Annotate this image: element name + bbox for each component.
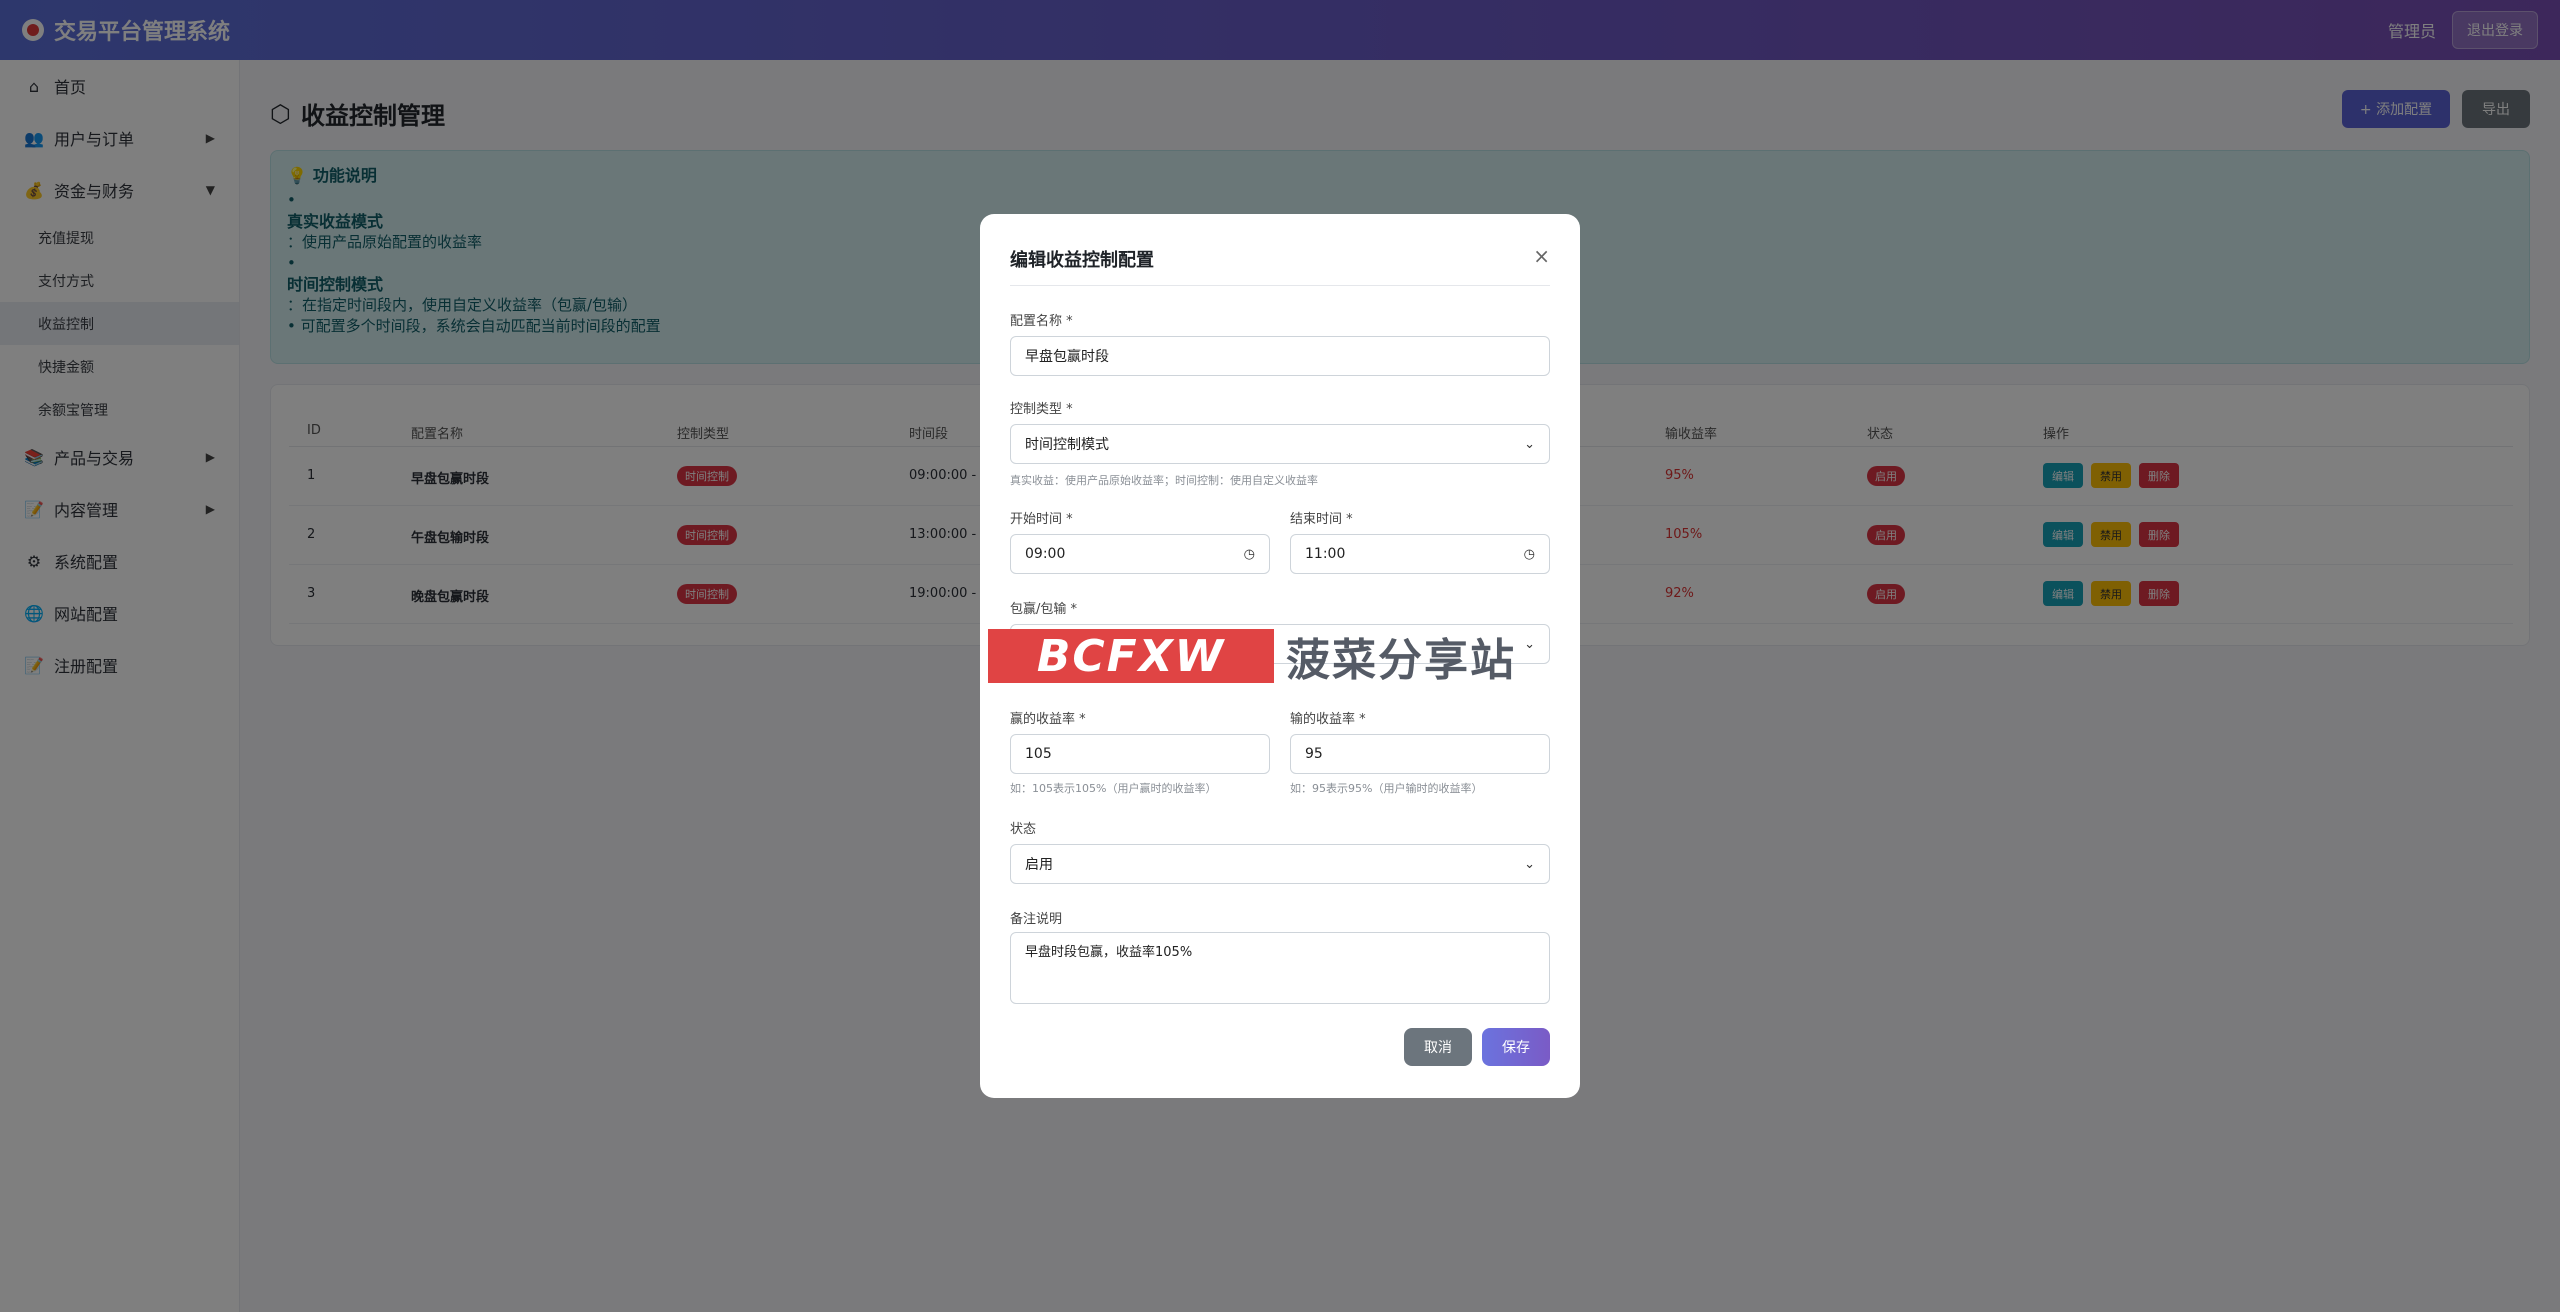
end-time-label: 结束时间 * <box>1290 512 1353 527</box>
chevron-down-icon: ⌄ <box>1524 436 1535 452</box>
end-time-input[interactable]: 11:00 ◷ <box>1290 534 1550 574</box>
clock-icon[interactable]: ◷ <box>1244 547 1255 562</box>
control-type-select[interactable]: 时间控制模式 ⌄ <box>1010 424 1550 464</box>
save-button[interactable]: 保存 <box>1482 1028 1550 1066</box>
end-time-value: 11:00 <box>1305 546 1346 562</box>
lose-rate-hint: 如：95表示95%（用户输时的收益率） <box>1290 782 1483 795</box>
control-type-value: 时间控制模式 <box>1025 437 1109 453</box>
note-label: 备注说明 <box>1010 912 1063 927</box>
win-rate-hint: 如：105表示105%（用户赢时的收益率） <box>1010 782 1217 795</box>
cancel-button[interactable]: 取消 <box>1404 1028 1472 1066</box>
win-lose-label: 包赢/包输 * <box>1010 602 1078 617</box>
config-name-label: 配置名称 * <box>1010 314 1073 329</box>
lose-rate-input[interactable]: 95 <box>1290 734 1550 774</box>
status-value: 启用 <box>1025 857 1053 873</box>
close-icon[interactable]: × <box>1533 244 1550 268</box>
start-time-label: 开始时间 * <box>1010 512 1073 527</box>
watermark-text: 菠菜分享站 <box>1286 635 1516 686</box>
start-time-value: 09:00 <box>1025 546 1066 562</box>
control-type-hint: 真实收益：使用产品原始收益率；时间控制：使用自定义收益率 <box>1010 474 1318 487</box>
lose-rate-label: 输的收益率 * <box>1290 712 1366 727</box>
modal-title: 编辑收益控制配置 <box>1010 250 1154 271</box>
modal-header: 编辑收益控制配置 × <box>1010 244 1550 286</box>
note-textarea[interactable]: 早盘时段包赢，收益率105% <box>1010 932 1550 1004</box>
win-rate-input[interactable]: 105 <box>1010 734 1270 774</box>
clock-icon[interactable]: ◷ <box>1524 547 1535 562</box>
status-select[interactable]: 启用 ⌄ <box>1010 844 1550 884</box>
watermark: BCFXW 菠菜分享站 <box>988 628 1574 686</box>
chevron-down-icon: ⌄ <box>1524 856 1535 872</box>
win-rate-label: 赢的收益率 * <box>1010 712 1086 727</box>
status-label: 状态 <box>1010 822 1037 837</box>
config-name-input[interactable]: 早盘包赢时段 <box>1010 336 1550 376</box>
start-time-input[interactable]: 09:00 ◷ <box>1010 534 1270 574</box>
watermark-logo: BCFXW <box>988 629 1274 683</box>
control-type-label: 控制类型 * <box>1010 402 1073 417</box>
